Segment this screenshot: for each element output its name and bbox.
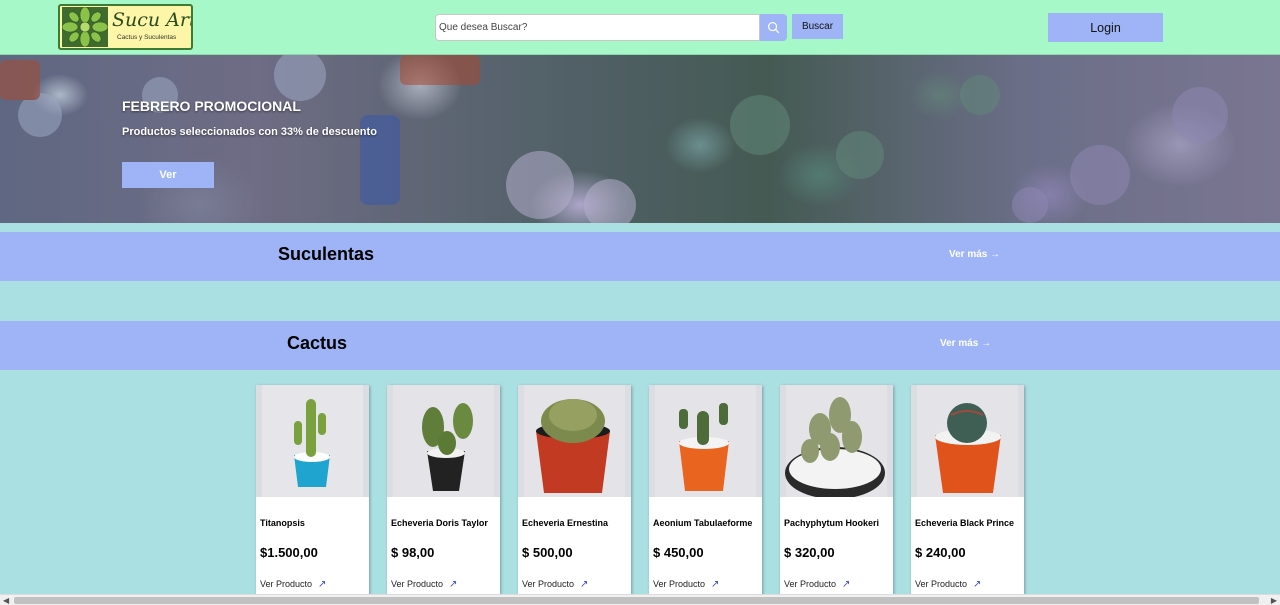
product-price: $ 320,00 [784,545,835,560]
product-name: Echeveria Doris Taylor [391,518,488,528]
cactus-red-pot-image [518,385,631,497]
promo-banner: FEBRERO PROMOCIONAL Productos selecciona… [0,55,1280,223]
product-image[interactable] [256,385,369,497]
ver-mas-label: Ver más [949,249,988,260]
product-card[interactable]: Echeveria Black Prince $ 240,00 Ver Prod… [911,385,1024,595]
search-icon [767,21,780,34]
ver-producto-link[interactable]: Ver Producto ↗ [653,579,719,590]
login-button[interactable]: Login [1048,13,1163,42]
arrow-up-right-icon: ↗ [711,579,720,590]
site-header: Sucu Art Cactus y Suculentas Buscar Logi… [0,0,1280,55]
product-image[interactable] [780,385,893,497]
product-card[interactable]: Aeonium Tabulaeforme $ 450,00 Ver Produc… [649,385,762,595]
ver-producto-link[interactable]: Ver Producto ↗ [522,579,588,590]
logo-subtitle: Cactus y Suculentas [117,34,177,41]
product-price: $ 98,00 [391,545,435,560]
ver-mas-label: Ver más [940,338,979,349]
product-image[interactable] [518,385,631,497]
product-name: Titanopsis [260,518,305,528]
product-name: Pachyphytum Hookeri [784,518,880,528]
arrow-up-right-icon: ↗ [973,579,982,590]
search-button[interactable] [760,14,787,41]
product-image[interactable] [649,385,762,497]
ver-producto-link[interactable]: Ver Producto ↗ [784,579,850,590]
arrow-up-right-icon: ↗ [580,579,589,590]
ver-producto-label: Ver Producto [391,579,444,589]
arrow-right-icon: → [981,338,992,349]
banner-ver-button[interactable]: Ver [122,162,214,188]
banner-overlay [0,55,1280,223]
category-title: Cactus [287,333,348,353]
arrow-up-right-icon: ↗ [449,579,458,590]
arrow-up-right-icon: ↗ [318,579,327,590]
ver-producto-label: Ver Producto [784,579,837,589]
buscar-button[interactable]: Buscar [792,14,843,39]
product-card[interactable]: Echeveria Ernestina $ 500,00 Ver Product… [518,385,631,595]
ver-mas-link-suculentas[interactable]: Ver más → [949,249,1000,260]
arrow-right-icon: → [990,249,1001,260]
scrollbar-thumb[interactable] [14,597,1259,604]
product-card[interactable]: Titanopsis $1.500,00 Ver Producto ↗ [256,385,369,595]
search-input[interactable] [435,14,760,41]
cactus-orange-pot-image [649,385,762,497]
scroll-right-icon[interactable]: ▶ [1271,596,1277,605]
cactus-black-pot-image [387,385,500,497]
ver-producto-link[interactable]: Ver Producto ↗ [391,579,457,590]
category-title: Suculentas [278,244,375,264]
ver-producto-link[interactable]: Ver Producto ↗ [260,579,326,590]
product-price: $ 450,00 [653,545,704,560]
scroll-left-icon[interactable]: ◀ [3,596,9,605]
product-image[interactable] [911,385,1024,497]
ver-producto-label: Ver Producto [522,579,575,589]
product-price: $1.500,00 [260,545,318,560]
category-bar-cactus: Cactus Ver más → [0,321,1280,370]
product-name: Echeveria Ernestina [522,518,609,528]
banner-title: FEBRERO PROMOCIONAL [122,98,301,114]
site-logo[interactable]: Sucu Art Cactus y Suculentas [58,4,193,50]
succulent-logo-icon [62,7,108,47]
cactus-blue-pot-image [256,385,369,497]
horizontal-scrollbar[interactable]: ◀ ▶ [0,594,1280,605]
product-card[interactable]: Pachyphytum Hookeri $ 320,00 Ver Product… [780,385,893,595]
product-image[interactable] [387,385,500,497]
ver-producto-label: Ver Producto [260,579,313,589]
product-name: Aeonium Tabulaeforme [653,518,753,528]
category-bar-suculentas: Suculentas Ver más → [0,232,1280,281]
ver-producto-link[interactable]: Ver Producto ↗ [915,579,981,590]
ver-producto-label: Ver Producto [915,579,968,589]
product-price: $ 500,00 [522,545,573,560]
product-card[interactable]: Echeveria Doris Taylor $ 98,00 Ver Produ… [387,385,500,595]
product-price: $ 240,00 [915,545,966,560]
arrow-up-right-icon: ↗ [842,579,851,590]
banner-subtitle: Productos seleccionados con 33% de descu… [122,126,377,138]
ver-producto-label: Ver Producto [653,579,706,589]
cactus-cluster-pot-image [780,385,893,497]
logo-title: Sucu Art [112,9,193,31]
product-name: Echeveria Black Prince [915,518,1015,528]
ver-mas-link-cactus[interactable]: Ver más → [940,338,991,349]
cactus-round-orange-pot-image [911,385,1024,497]
